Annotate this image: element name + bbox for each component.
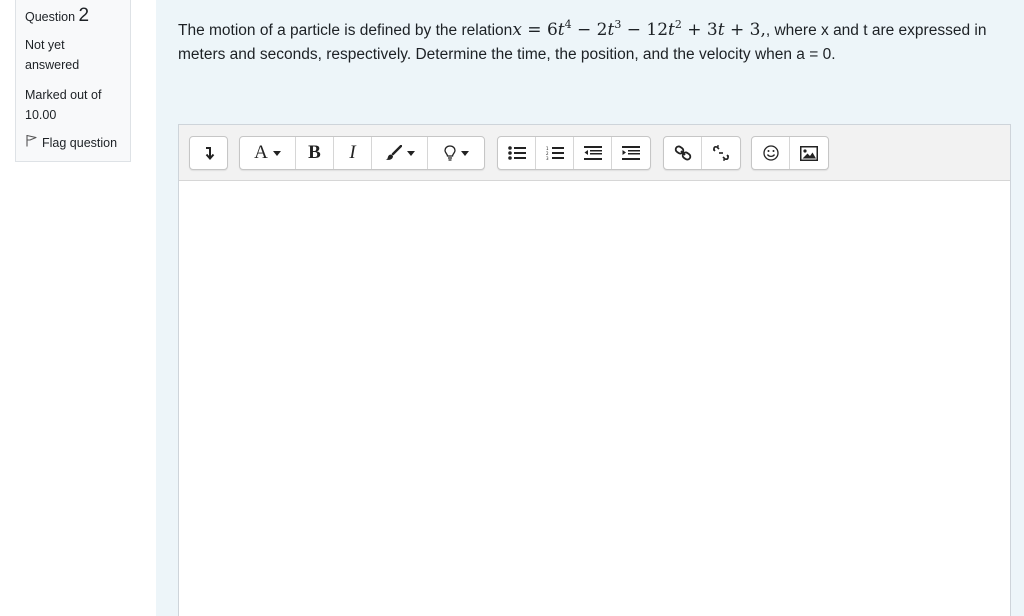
outdent-icon [583, 146, 602, 160]
collapse-toolbar-button[interactable] [190, 137, 227, 169]
italic-icon: I [349, 142, 356, 163]
question-content: The motion of a particle is defined by t… [156, 0, 1024, 616]
flag-question-label: Flag question [42, 136, 118, 150]
emoji-icon [762, 145, 779, 161]
emoji-button[interactable] [752, 137, 790, 169]
toolbar-group-lists: 123 [497, 136, 651, 170]
italic-button[interactable]: I [334, 137, 372, 169]
question-text-before: The motion of a particle is defined by t… [178, 22, 513, 39]
image-button[interactable] [790, 137, 828, 169]
font-color-button[interactable] [372, 137, 428, 169]
question-text: The motion of a particle is defined by t… [178, 18, 1008, 67]
question-info-panel: Question 2 Not yet answered Marked out o… [15, 0, 131, 162]
toolbar-group-collapse [189, 136, 228, 170]
chevron-down-icon [272, 150, 281, 156]
font-style-dropdown-icon: A [254, 142, 268, 163]
flag-icon [25, 133, 38, 153]
unordered-list-button[interactable] [498, 137, 536, 169]
ordered-list-icon: 123 [546, 146, 564, 161]
highlight-bulb-icon [443, 145, 456, 161]
link-icon [674, 145, 692, 161]
question-state: Not yet answered [25, 38, 80, 72]
answer-text-area[interactable] [179, 181, 1010, 616]
font-style-dropdown-button[interactable]: A [240, 137, 296, 169]
chevron-down-icon [407, 150, 415, 156]
font-color-brush-icon [384, 145, 402, 161]
flag-question-link[interactable]: Flag question [25, 133, 130, 153]
unordered-list-icon [507, 146, 526, 160]
collapse-toolbar-icon [203, 146, 215, 160]
toolbar-group-links [663, 136, 741, 170]
outdent-button[interactable] [574, 137, 612, 169]
bold-button[interactable]: B [296, 137, 334, 169]
editor-toolbar: A B I 1 2 3 [179, 125, 1010, 181]
unlink-button[interactable] [702, 137, 740, 169]
link-button[interactable] [664, 137, 702, 169]
ordered-list-button[interactable]: 123 [536, 137, 574, 169]
question-number-value: 2 [78, 5, 90, 26]
image-icon [800, 145, 818, 161]
chevron-down-icon [460, 150, 469, 156]
question-grade: Marked out of 10.00 [25, 88, 102, 122]
question-label: Question [25, 10, 76, 24]
highlight-button[interactable] [428, 137, 484, 169]
svg-text:3: 3 [546, 156, 549, 161]
answer-editor: A B I 1 2 3 [178, 124, 1011, 616]
bold-icon: B [308, 142, 321, 163]
unlink-icon [712, 144, 730, 162]
question-equation: x = 6t4 − 2t3 − 12t2 + 3t + 3, [512, 18, 766, 40]
indent-icon [622, 146, 640, 160]
indent-button[interactable] [612, 137, 650, 169]
toolbar-group-insert [751, 136, 829, 170]
question-number: Question 2 [25, 6, 130, 27]
toolbar-group-style: A B I [239, 136, 485, 170]
